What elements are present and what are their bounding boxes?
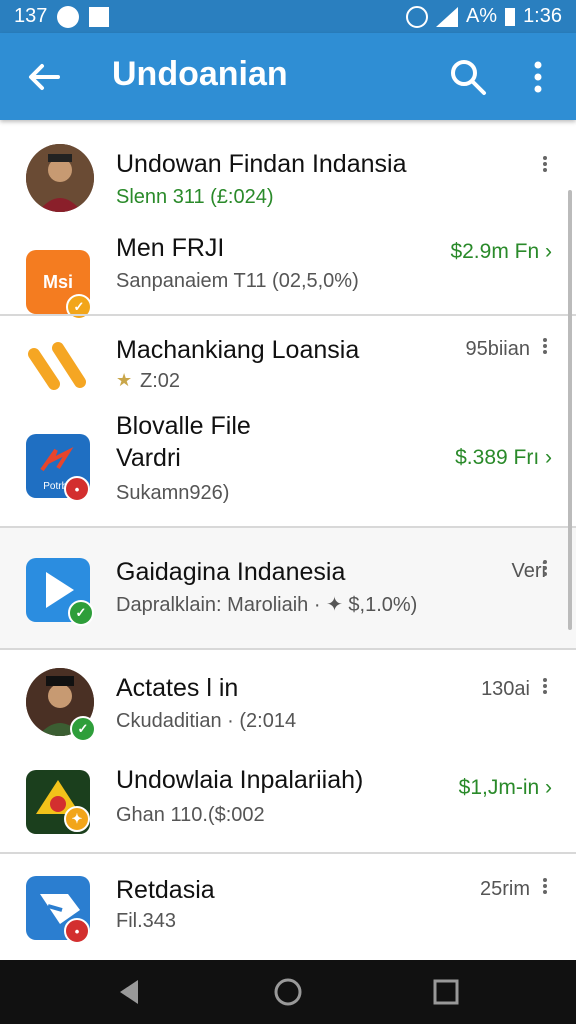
battery-label: A%	[465, 5, 498, 27]
avatar	[26, 144, 94, 212]
clock: 1:36	[523, 5, 562, 27]
page-title: Undoanian	[112, 55, 288, 93]
more-options-icon[interactable]	[540, 336, 550, 360]
badge-icon: ✦	[64, 806, 90, 832]
item-price[interactable]: $2.9m Fn ›	[450, 240, 552, 264]
item-price[interactable]: $.389 Frı ›	[455, 446, 552, 470]
system-nav-bar	[0, 960, 576, 1024]
messenger-icon	[57, 5, 80, 28]
list-item[interactable]: ✓ Gaidagina Indanesia Dapralklain: Marol…	[0, 528, 576, 648]
app-icon-text: Msi	[42, 271, 73, 292]
battery-icon	[505, 7, 516, 26]
recents-nav-icon[interactable]	[430, 976, 462, 1008]
alarm-icon	[405, 5, 428, 28]
notification-icon	[89, 6, 110, 27]
item-title: Actates l in	[116, 674, 239, 702]
notification-badge-icon: •	[64, 918, 90, 944]
item-meta: 130ai	[481, 678, 530, 700]
item-title: Machankiang Loansia	[116, 336, 360, 364]
item-title-line2: Vardri	[116, 444, 181, 472]
item-title: Undowan Findan Indansia	[116, 150, 407, 178]
item-subtitle: Slenn 311 (£:024)	[116, 186, 274, 208]
search-icon[interactable]	[448, 57, 488, 97]
notification-badge-icon: •	[64, 476, 90, 502]
more-options-icon[interactable]	[540, 558, 550, 582]
item-title-line1: Blovalle File	[116, 412, 251, 440]
divider	[0, 314, 576, 316]
more-options-icon[interactable]	[540, 154, 550, 178]
item-subtitle: Fil.343	[116, 910, 177, 932]
scrollbar[interactable]	[568, 190, 572, 630]
back-arrow-icon[interactable]	[24, 57, 64, 97]
item-subtitle: Sukamn926)	[116, 482, 230, 504]
verified-badge-icon: ✓	[70, 716, 96, 742]
home-nav-icon[interactable]	[272, 976, 304, 1008]
item-subtitle: Ckudaditian · (2:014	[116, 710, 297, 732]
divider	[0, 852, 576, 854]
status-bar: 137 A% 1:36	[0, 0, 576, 33]
back-nav-icon[interactable]	[114, 976, 146, 1008]
status-time: 137	[14, 5, 48, 27]
star-icon: ★	[116, 370, 133, 390]
item-meta: 95biian	[465, 338, 530, 360]
verified-badge-icon: ✓	[66, 294, 92, 320]
app-icon	[28, 342, 86, 390]
item-meta: 25rim	[479, 878, 530, 900]
item-subtitle: Z:02	[140, 370, 181, 392]
more-options-icon[interactable]	[526, 57, 550, 97]
item-title: Gaidagina Indanesia	[116, 558, 346, 586]
item-title: Undowlaia Inpalariiah)	[116, 766, 364, 794]
signal-icon	[435, 6, 458, 27]
logo-glyph-icon	[40, 447, 74, 472]
item-price[interactable]: $1,Jm-in ›	[459, 776, 552, 800]
app-bar: Undoanian	[0, 33, 576, 120]
more-options-icon[interactable]	[540, 876, 550, 900]
item-subtitle: Ghan 110.($:002	[116, 804, 265, 826]
more-options-icon[interactable]	[540, 676, 550, 700]
item-subtitle: Sanpanaiem T11 (02,5,0%)	[116, 270, 359, 292]
item-title: Retdasia	[116, 876, 215, 904]
item-subtitle: Dapralklain: Maroliaih · ✦ $,1.0%)	[116, 594, 418, 616]
verified-badge-icon: ✓	[68, 600, 94, 626]
item-title: Men FRJI	[116, 234, 225, 262]
divider	[0, 648, 576, 650]
list-content: Undowan Findan Indansia Slenn 311 (£:024…	[0, 122, 576, 960]
